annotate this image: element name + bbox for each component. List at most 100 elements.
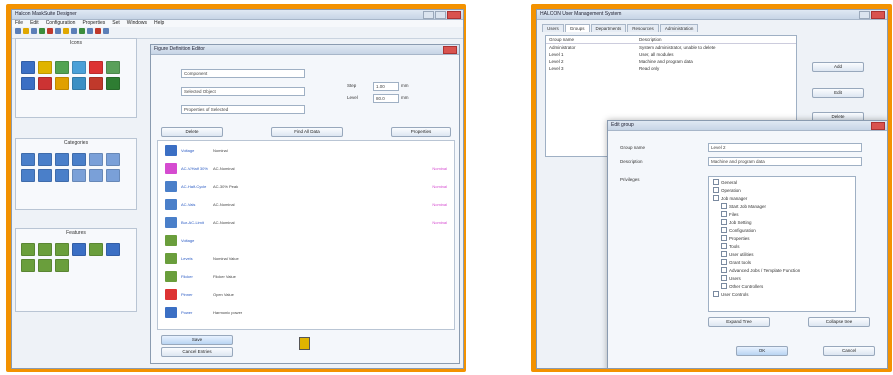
delete-icon[interactable] [95, 28, 101, 34]
paste-icon[interactable] [63, 28, 69, 34]
graph-icon[interactable] [38, 259, 52, 272]
chart-icon[interactable] [21, 153, 35, 166]
undo-icon[interactable] [71, 28, 77, 34]
maximize-icon[interactable] [435, 11, 446, 19]
tree-node[interactable]: Users [721, 275, 741, 281]
graph-icon[interactable] [55, 243, 69, 256]
checkbox[interactable] [721, 251, 727, 257]
list-item[interactable]: AC-Half-Cycle AC-30% Peak Nominal [165, 179, 447, 193]
add-button[interactable]: Add [812, 62, 864, 72]
close-icon[interactable] [871, 11, 885, 19]
tree-node[interactable]: User Controls [713, 291, 749, 297]
checkbox[interactable] [713, 187, 719, 193]
list-item[interactable]: Voltage Nominal [165, 143, 447, 157]
selected-object-select[interactable]: Selected Object [181, 87, 305, 96]
zoom-icon[interactable] [87, 28, 93, 34]
tree-node[interactable]: General [713, 179, 737, 185]
chart-icon[interactable] [106, 169, 120, 182]
cancel-button[interactable]: Cancel [823, 346, 875, 356]
graph-icon[interactable] [55, 259, 69, 272]
step-value[interactable]: 1.00 [373, 82, 399, 91]
grid-icon[interactable] [72, 77, 86, 90]
grid-icon[interactable] [106, 77, 120, 90]
collapse-tree-button[interactable]: Collapse tree [808, 317, 870, 327]
cancel-entries-button[interactable]: Cancel Entries [161, 347, 233, 357]
delete-button[interactable]: Delete [161, 127, 223, 137]
tree-node[interactable]: Tools [721, 243, 740, 249]
menu-set[interactable]: Set [112, 20, 120, 27]
description-input[interactable]: Machine and program data [708, 157, 862, 166]
list-item[interactable]: Flicker Flicker Value [165, 269, 447, 283]
menu-help[interactable]: Help [154, 20, 164, 27]
close-icon[interactable] [443, 46, 457, 54]
grid-icon[interactable] [72, 61, 86, 74]
edit-button[interactable]: Edit [812, 88, 864, 98]
close-icon[interactable] [871, 122, 885, 130]
ok-button[interactable]: OK [736, 346, 788, 356]
graph-icon[interactable] [21, 259, 35, 272]
grid-icon[interactable] [38, 61, 52, 74]
chart-icon[interactable] [89, 169, 103, 182]
checkbox[interactable] [721, 283, 727, 289]
tree-node[interactable]: Operation [713, 187, 741, 193]
checkbox[interactable] [713, 291, 719, 297]
tree-node[interactable]: User utilities [721, 251, 754, 257]
grid-icon[interactable] [21, 61, 35, 74]
component-select[interactable]: Component [181, 69, 305, 78]
copy-icon[interactable] [55, 28, 61, 34]
tree-node[interactable]: Other Controllers [721, 283, 763, 289]
checkbox[interactable] [713, 195, 719, 201]
cut-icon[interactable] [47, 28, 53, 34]
chart-icon[interactable] [72, 153, 86, 166]
chart-icon[interactable] [38, 153, 52, 166]
chart-icon[interactable] [106, 153, 120, 166]
list-item[interactable]: AC-V/Half 30% AC-Nominal Nominal [165, 161, 447, 175]
level-value[interactable]: 80.0 [373, 94, 399, 103]
checkbox[interactable] [721, 259, 727, 265]
list-item[interactable]: Bur-AC-Limit AC-Nominal Nominal [165, 215, 447, 229]
checkbox[interactable] [721, 267, 727, 273]
grid-icon[interactable] [38, 77, 52, 90]
checkbox[interactable] [721, 227, 727, 233]
new-icon[interactable] [15, 28, 21, 34]
help-icon[interactable] [103, 28, 109, 34]
open-icon[interactable] [23, 28, 29, 34]
chart-icon[interactable] [72, 169, 86, 182]
close-icon[interactable] [447, 11, 461, 19]
tree-node[interactable]: Job manager [713, 195, 747, 201]
document-icon[interactable] [299, 337, 310, 350]
minimize-icon[interactable] [423, 11, 434, 19]
graph-icon[interactable] [89, 243, 103, 256]
list-item[interactable]: Pinner Open Value [165, 287, 447, 301]
chart-icon[interactable] [55, 153, 69, 166]
graph-icon[interactable] [72, 243, 86, 256]
properties-button[interactable]: Properties [391, 127, 451, 137]
tab-administration[interactable]: Administration [659, 24, 699, 32]
grid-icon[interactable] [89, 77, 103, 90]
list-item[interactable]: AC-Vals AC-Nominal Nominal [165, 197, 447, 211]
checkbox[interactable] [721, 211, 727, 217]
tab-resources[interactable]: Resources [627, 24, 659, 32]
tree-node[interactable]: Configuration [721, 227, 756, 233]
expand-tree-button[interactable]: Expand Tree [708, 317, 770, 327]
checkbox[interactable] [721, 243, 727, 249]
graph-icon[interactable] [38, 243, 52, 256]
tab-users[interactable]: Users [542, 24, 564, 32]
grid-icon[interactable] [106, 61, 120, 74]
tree-node[interactable]: Advanced Jobs / Template Function [721, 267, 800, 273]
tab-groups[interactable]: Groups [564, 24, 590, 32]
checkbox[interactable] [713, 179, 719, 185]
save-icon[interactable] [31, 28, 37, 34]
list-item[interactable]: Levels Nominal Value [165, 251, 447, 265]
minimize-icon[interactable] [859, 11, 870, 19]
grid-icon[interactable] [55, 61, 69, 74]
tree-node[interactable]: Start Job Manager [721, 203, 766, 209]
checkbox[interactable] [721, 203, 727, 209]
properties-select[interactable]: Properties of Selected [181, 105, 305, 114]
menu-edit[interactable]: Edit [30, 20, 39, 27]
menu-windows[interactable]: Windows [127, 20, 147, 27]
print-icon[interactable] [39, 28, 45, 34]
grid-icon[interactable] [89, 61, 103, 74]
menu-file[interactable]: File [15, 20, 23, 27]
redo-icon[interactable] [79, 28, 85, 34]
